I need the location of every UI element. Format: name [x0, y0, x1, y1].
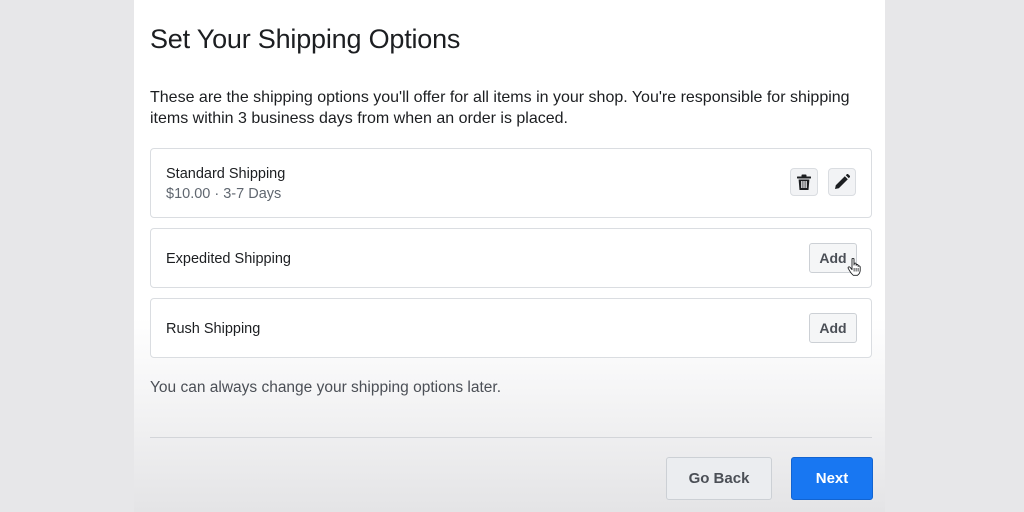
option-name: Rush Shipping [166, 321, 261, 337]
delete-button[interactable] [790, 168, 818, 196]
pencil-icon [835, 174, 850, 189]
change-later-note: You can always change your shipping opti… [150, 379, 501, 396]
next-button[interactable]: Next [791, 457, 873, 500]
shipping-option-expedited: Expedited Shipping Add [150, 228, 872, 288]
shipping-option-rush: Rush Shipping Add [150, 298, 872, 358]
hand-cursor-icon [847, 258, 861, 276]
option-name: Standard Shipping [166, 166, 286, 182]
go-back-button[interactable]: Go Back [666, 457, 772, 500]
shipping-option-standard: Standard Shipping $10.00 · 3-7 Days [150, 148, 872, 218]
option-details: $10.00 · 3-7 Days [166, 186, 282, 202]
intro-text: These are the shipping options you'll of… [150, 89, 850, 127]
add-rush-button[interactable]: Add [809, 313, 857, 343]
trash-icon [797, 174, 811, 190]
edit-button[interactable] [828, 168, 856, 196]
page-title: Set Your Shipping Options [150, 24, 461, 54]
shipping-options-dialog: Set Your Shipping Options These are the … [134, 0, 885, 512]
option-name: Expedited Shipping [166, 251, 291, 267]
footer-divider [150, 437, 872, 438]
